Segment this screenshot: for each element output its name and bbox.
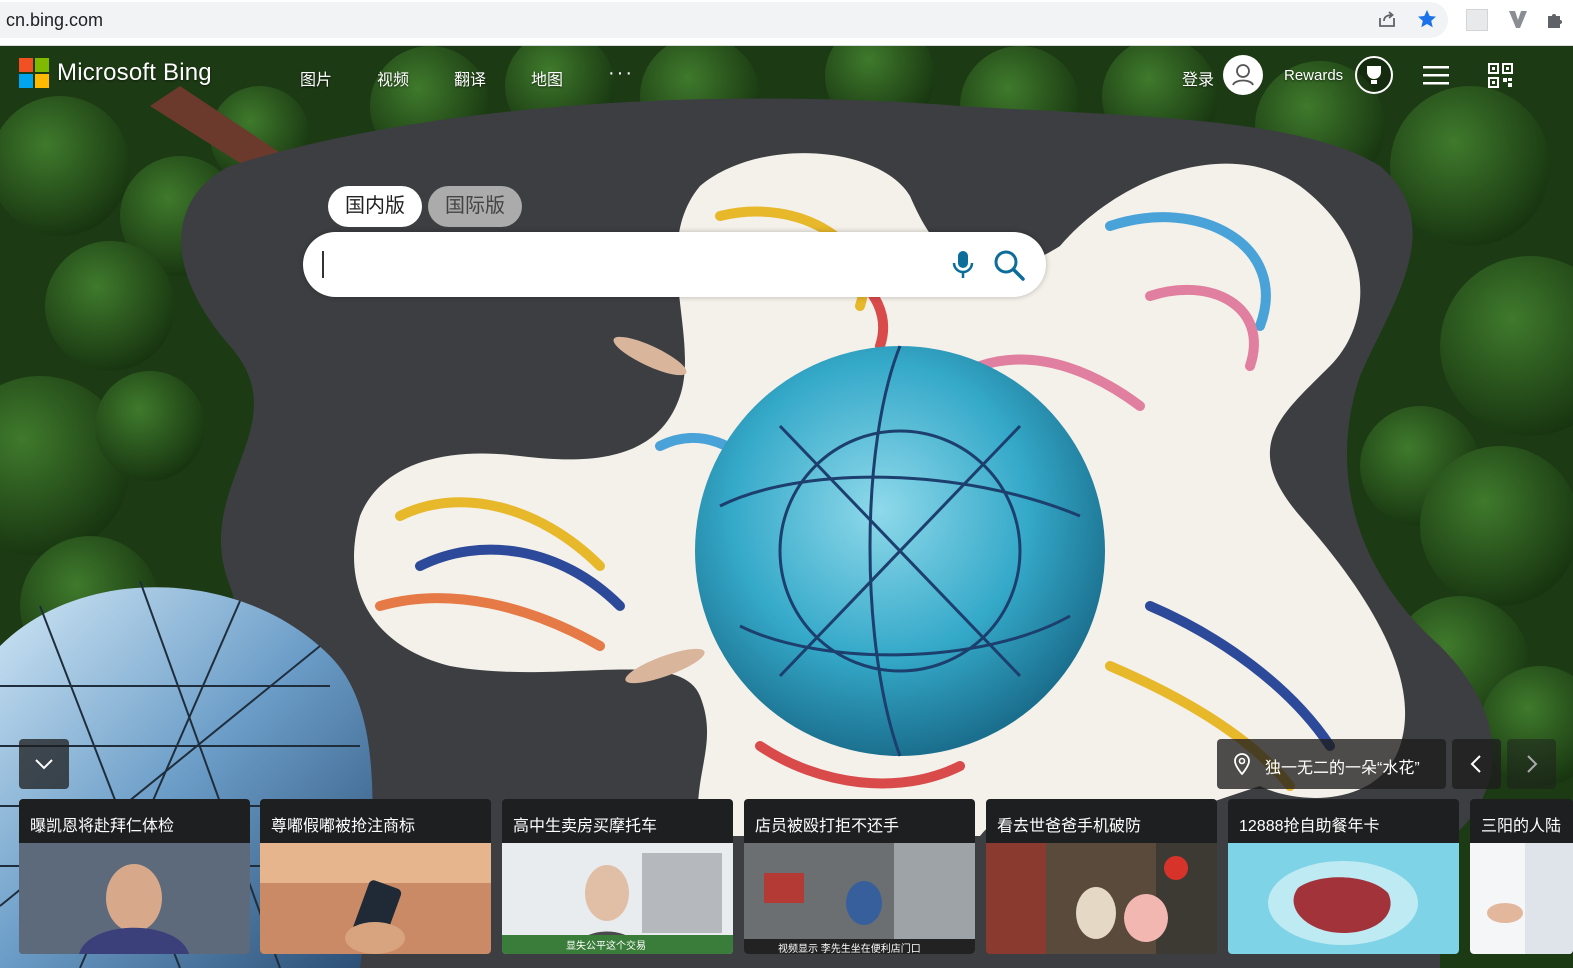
image-title: 独一无二的一朵“水花” <box>1265 760 1420 777</box>
microsoft-logo-icon[interactable] <box>19 58 49 88</box>
rewards-trophy-icon[interactable] <box>1355 56 1393 94</box>
news-title: 三阳的人陆 <box>1481 818 1562 835</box>
hamburger-menu-icon[interactable] <box>1423 64 1449 86</box>
news-thumbnail-caption: 视频显示 李先生坐在便利店门口 <box>778 944 921 954</box>
search-icon[interactable] <box>993 249 1025 281</box>
news-card[interactable]: 店员被殴打拒不还手 视频显示 李先生坐在便利店门口 <box>744 799 975 954</box>
news-title: 尊嘟假嘟被抢注商标 <box>271 818 416 835</box>
share-icon[interactable] <box>1376 8 1398 30</box>
extension-icon[interactable] <box>1466 9 1488 31</box>
nav-images[interactable]: 图片 <box>300 66 332 90</box>
news-card[interactable]: 三阳的人陆 <box>1470 799 1573 954</box>
user-avatar-icon[interactable] <box>1223 55 1263 95</box>
news-thumbnail <box>260 843 491 954</box>
news-thumbnail-caption: 显失公平这个交易 <box>566 941 646 952</box>
nav-translate[interactable]: 翻译 <box>454 66 486 90</box>
news-title: 看去世爸爸手机破防 <box>997 818 1142 835</box>
qr-code-icon[interactable] <box>1488 63 1513 88</box>
address-bar[interactable]: cn.bing.com <box>0 2 1448 38</box>
trophy-icon <box>1367 66 1381 84</box>
rewards-link[interactable]: Rewards <box>1284 67 1343 84</box>
search-input[interactable] <box>323 246 927 284</box>
news-card[interactable]: 尊嘟假嘟被抢注商标 <box>260 799 491 954</box>
person-icon <box>1232 64 1254 86</box>
news-card[interactable]: 12888抢自助餐年卡 <box>1228 799 1459 954</box>
star-icon[interactable] <box>1416 8 1438 30</box>
chevron-right-icon <box>1527 755 1538 773</box>
url-text[interactable]: cn.bing.com <box>6 10 103 31</box>
bing-logo-text[interactable]: Microsoft Bing <box>57 59 212 87</box>
nav-videos[interactable]: 视频 <box>377 66 409 90</box>
image-info-button[interactable]: 独一无二的一朵“水花” <box>1217 739 1446 789</box>
more-menu-button[interactable]: ··· <box>608 62 634 85</box>
chevron-down-icon <box>35 759 53 770</box>
news-card[interactable]: 看去世爸爸手机破防 <box>986 799 1217 954</box>
tab-domestic[interactable]: 国内版 <box>328 186 422 227</box>
news-thumbnail <box>986 843 1217 954</box>
collapse-feed-button[interactable] <box>19 739 69 789</box>
microphone-icon[interactable] <box>950 249 976 281</box>
tab-international[interactable]: 国际版 <box>428 186 522 227</box>
text-cursor <box>322 251 324 278</box>
news-thumbnail <box>1470 843 1573 954</box>
news-card[interactable]: 高中生卖房买摩托车 显失公平这个交易 <box>502 799 733 954</box>
signin-link[interactable]: 登录 <box>1182 66 1214 90</box>
next-image-button[interactable] <box>1507 739 1556 789</box>
puzzle-icon[interactable] <box>1545 8 1567 30</box>
news-card[interactable]: 曝凯恩将赴拜仁体检 <box>19 799 250 954</box>
news-title: 曝凯恩将赴拜仁体检 <box>30 818 175 835</box>
search-box[interactable] <box>303 232 1046 297</box>
news-title: 店员被殴打拒不还手 <box>755 818 900 835</box>
nav-maps[interactable]: 地图 <box>531 66 563 90</box>
location-pin-icon <box>1234 753 1250 775</box>
news-thumbnail <box>744 843 975 954</box>
chevron-left-icon <box>1470 755 1481 773</box>
news-thumbnail <box>19 843 250 954</box>
extension-v-icon[interactable] <box>1507 8 1529 30</box>
news-title: 12888抢自助餐年卡 <box>1239 818 1380 835</box>
browser-toolbar: cn.bing.com <box>0 0 1573 46</box>
news-title: 高中生卖房买摩托车 <box>513 818 658 835</box>
news-thumbnail <box>1228 843 1459 954</box>
previous-image-button[interactable] <box>1452 739 1501 789</box>
